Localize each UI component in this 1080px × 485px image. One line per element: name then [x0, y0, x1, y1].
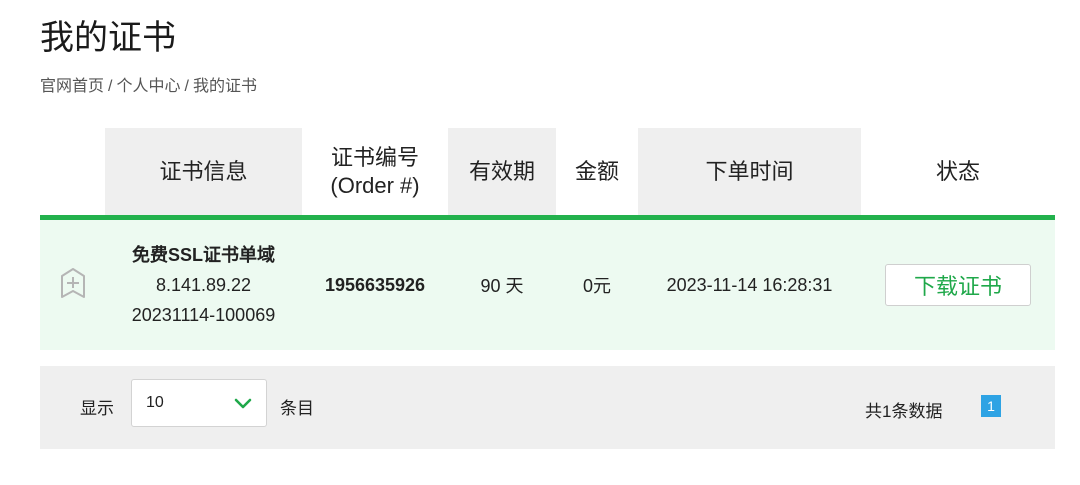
- header-order-time: 下单时间: [638, 128, 861, 215]
- order-time: 2023-11-14 16:28:31: [666, 274, 833, 295]
- breadcrumb-current: 我的证书: [192, 78, 257, 95]
- header-order-number: 证书编号 (Order #): [302, 128, 448, 215]
- header-order-number-line1: 证书编号: [330, 144, 419, 170]
- page-size-select[interactable]: 10: [131, 379, 267, 427]
- cert-info-cell: 免费SSL证书单域 8.141.89.22 20231114-100069: [105, 220, 302, 350]
- order-number: 1956635926: [324, 274, 426, 295]
- total-count: 共1条数据: [865, 402, 943, 421]
- chevron-down-icon: [232, 392, 254, 414]
- header-order-number-line2: (Order #): [330, 172, 420, 198]
- header-icon-cell: [40, 128, 105, 215]
- header-status: 状态: [935, 158, 980, 184]
- badge-icon: [59, 266, 87, 305]
- show-label: 显示: [80, 399, 114, 418]
- pagination-bar: 显示 10 条目 共1条数据 1: [40, 366, 1055, 449]
- entries-label: 条目: [280, 399, 314, 418]
- cert-domain: 8.141.89.22: [155, 275, 252, 295]
- header-cert-info: 证书信息: [105, 128, 302, 215]
- table-header: 证书信息 证书编号 (Order #) 有效期 金额 下单时间 状态: [40, 128, 1055, 220]
- header-amount: 金额: [574, 158, 619, 184]
- breadcrumb-user-center[interactable]: 个人中心: [116, 78, 180, 95]
- amount: 0元: [582, 276, 611, 296]
- cert-icon-cell: [40, 220, 105, 350]
- validity: 90 天: [480, 276, 524, 296]
- page-button-1[interactable]: 1: [981, 395, 1001, 417]
- table-row: 免费SSL证书单域 8.141.89.22 20231114-100069 19…: [40, 220, 1055, 350]
- certificates-table: 证书信息 证书编号 (Order #) 有效期 金额 下单时间 状态 免费SSL…: [40, 128, 1055, 350]
- download-certificate-button[interactable]: 下载证书: [885, 264, 1031, 306]
- breadcrumb-home[interactable]: 官网首页: [40, 78, 104, 95]
- page-size-value: 10: [146, 394, 164, 411]
- status-cell: 下载证书: [861, 220, 1055, 350]
- breadcrumb-separator: /: [184, 78, 189, 95]
- breadcrumb: 官网首页 / 个人中心 / 我的证书: [40, 76, 257, 98]
- breadcrumb-separator: /: [108, 78, 113, 95]
- cert-id: 20231114-100069: [131, 305, 276, 325]
- page-title: 我的证书: [40, 19, 176, 57]
- cert-name: 免费SSL证书单域: [131, 245, 275, 265]
- header-validity: 有效期: [448, 128, 556, 215]
